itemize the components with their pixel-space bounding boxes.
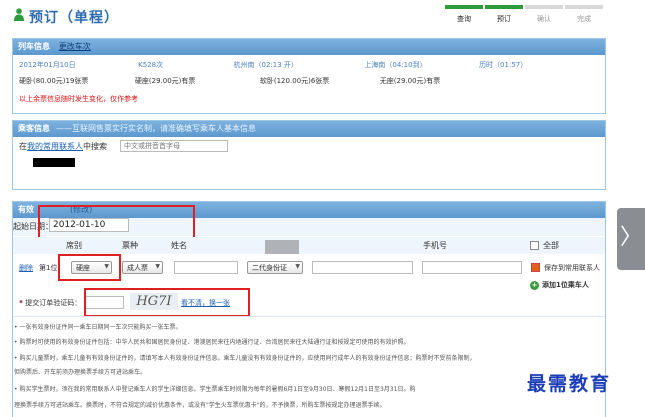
note-line-1: • 一张有效身份证件同一乘车日期同一车次只能购买一张车票。 [14, 324, 182, 331]
passenger-info-section: 乘客信息 ——互联网售票实行实名制，请准确填写乘车人基本信息 在我的常用联系人中搜… [12, 120, 606, 190]
train-info-section: 列车信息 更改车次 2012年01月10日 K528次 杭州南（02:13 开）… [12, 38, 606, 114]
note-line-3: • 购买儿童票时，乘车儿童有有效身份证件的，请填写本人有效身份证件信息。乘车儿童… [14, 355, 476, 362]
step-query: 查询 [445, 5, 485, 25]
note-line-5: • 购买学生票时，须在我的常用联系人中登记乘车人的学生详细信息。学生票乘车时间限… [14, 386, 416, 393]
select-all-label: 全部 [543, 241, 559, 250]
train-info-header: 列车信息 更改车次 [13, 39, 605, 55]
col-phone: 手机号 [423, 241, 447, 250]
passenger-index: 第1位 [39, 264, 58, 272]
step-book: 预订 [485, 5, 525, 25]
id-number-input[interactable] [312, 261, 413, 274]
passenger-info-header: 乘客信息 ——互联网售票实行实名制，请准确填写乘车人基本信息 [13, 121, 605, 137]
step-complete: 完成 [565, 5, 605, 25]
redacted-contact [33, 158, 75, 167]
col-name: 姓名 [171, 241, 187, 250]
user-icon [14, 8, 24, 21]
train-number: K528次 [138, 61, 164, 69]
note-line-2: • 购票时可使用的有效身份证件包括：中华人民共和国居民身份证、港澳居民来往内地通… [14, 339, 410, 346]
seat-hard-sleeper: 硬卧(80.00元)19张票 [19, 77, 89, 85]
col-ticket-type: 票种 [122, 241, 138, 250]
seat-soft-sleeper: 软卧(120.00元)6张票 [259, 77, 330, 85]
page-title: 预订（单程） [29, 10, 119, 26]
progress-steps: 查询 预订 确认 完成 [445, 5, 605, 25]
delete-passenger-link[interactable]: 删除 [19, 263, 33, 273]
seat-hard-seat: 硬座(29.00元)有票 [134, 77, 196, 85]
add-passenger-button[interactable]: + 添加1位乘车人 [530, 280, 589, 290]
annotation-box-captcha [84, 288, 250, 317]
note-line-6: 理换票手续方可进站乘车。换票时，不符合规定的减价优惠条件，或没有"学生火车票优惠… [14, 402, 386, 409]
watermark-logo: 最需教育 [527, 373, 612, 395]
save-contact-checkbox[interactable] [531, 263, 540, 272]
annotation-box-seat [58, 254, 121, 281]
ticket-type-select[interactable]: 成人票 ▼ [122, 261, 163, 274]
contacts-link[interactable]: 我的常用联系人 [27, 142, 83, 151]
train-route-row: 2012年01月10日 K528次 杭州南（02:13 开） 上海南（04:10… [19, 60, 527, 70]
contact-search-input[interactable] [120, 140, 228, 152]
contact-search-row: 在我的常用联系人中搜索 [19, 142, 107, 151]
chevron-right-icon: 〉 [619, 225, 642, 250]
id-type-select[interactable]: 二代身份证 ▼ [247, 261, 303, 274]
availability-warning: 以上余票信息随时发生变化，仅作参考 [19, 95, 138, 103]
train-to: 上海南（04:10到） [364, 61, 427, 69]
train-date: 2012年01月10日 [19, 61, 76, 69]
phone-input[interactable] [422, 261, 522, 274]
seat-availability-row: 硬卧(80.00元)19张票 硬座(29.00元)有票 软卧(120.00元)6… [19, 76, 440, 86]
change-train-link[interactable]: 更改车次 [59, 42, 91, 51]
train-duration: 历时（01:57） [479, 61, 528, 69]
note-line-4: 但购票后、开车前须办理换票手续方可进站乘车。 [14, 369, 147, 376]
passenger-name-input[interactable] [174, 261, 238, 274]
redacted-header-area [265, 240, 299, 254]
col-seat: 席别 [66, 241, 82, 250]
seat-no-seat: 无座(29.00元)有票 [379, 77, 441, 85]
step-confirm: 确认 [525, 5, 565, 25]
next-page-arrow[interactable]: 〉 [617, 208, 645, 270]
train-from: 杭州南（02:13 开） [233, 61, 298, 69]
save-contact-label: 保存到常用联系人 [544, 264, 600, 272]
captcha-label: ** 提交订单验证码： [19, 299, 82, 307]
annotation-box-date [38, 205, 195, 239]
add-icon: + [530, 281, 539, 290]
select-all-checkbox[interactable] [530, 241, 539, 250]
